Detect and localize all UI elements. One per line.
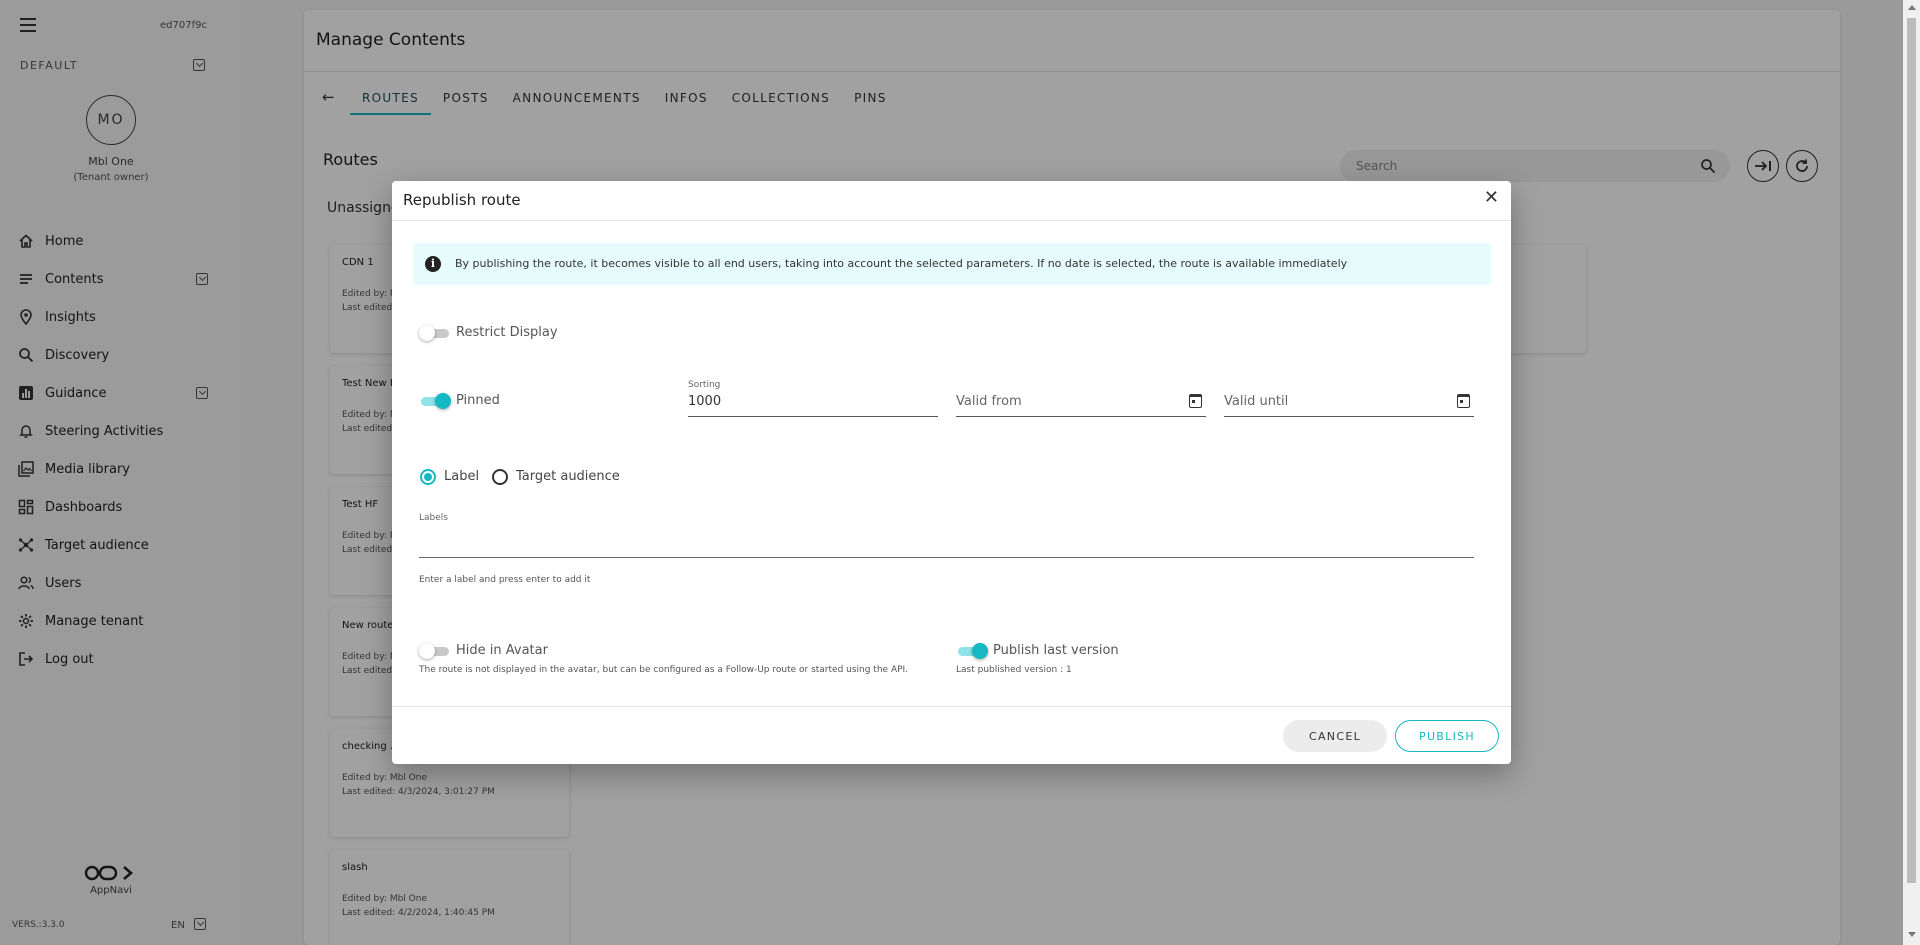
label-radio[interactable] (420, 469, 436, 485)
scrollbar-thumb[interactable] (1907, 18, 1916, 883)
sorting-label: Sorting (688, 380, 721, 390)
dialog-title: Republish route (403, 191, 521, 209)
publish-last-version-label: Publish last version (993, 643, 1119, 658)
target-audience-radio[interactable] (492, 469, 508, 485)
info-banner: i By publishing the route, it becomes vi… (413, 243, 1491, 285)
divider (392, 706, 1511, 707)
sorting-input[interactable]: 1000 (688, 394, 721, 409)
toggle-knob (972, 643, 988, 659)
scroll-down-icon[interactable] (1908, 932, 1916, 937)
publish-button[interactable]: PUBLISH (1395, 720, 1499, 752)
close-icon[interactable]: ✕ (1484, 189, 1499, 207)
label-radio-label: Label (444, 469, 480, 484)
toggle-knob (419, 643, 435, 659)
cancel-button[interactable]: CANCEL (1283, 720, 1387, 752)
republish-route-dialog: Republish route ✕ i By publishing the ro… (392, 181, 1511, 764)
restrict-display-toggle[interactable] (419, 325, 451, 341)
calendar-icon[interactable] (1189, 394, 1202, 408)
toggle-knob (435, 393, 451, 409)
valid-until-underline (1224, 416, 1474, 417)
calendar-icon[interactable] (1457, 394, 1470, 408)
target-audience-radio-label: Target audience (516, 469, 620, 484)
restrict-display-label: Restrict Display (456, 325, 558, 340)
hide-in-avatar-helper: The route is not displayed in the avatar… (419, 665, 909, 675)
info-text: By publishing the route, it becomes visi… (455, 257, 1348, 270)
info-icon: i (425, 256, 441, 272)
publish-last-version-helper: Last published version : 1 (956, 665, 1072, 675)
labels-helper-text: Enter a label and press enter to add it (419, 575, 591, 585)
scroll-up-icon[interactable] (1908, 5, 1916, 10)
pinned-label: Pinned (456, 393, 500, 408)
valid-from-input[interactable]: Valid from (956, 394, 1022, 409)
labels-input[interactable] (419, 557, 1474, 558)
publish-last-version-toggle[interactable] (956, 643, 988, 659)
hide-in-avatar-toggle[interactable] (419, 643, 451, 659)
toggle-knob (419, 325, 435, 341)
valid-from-underline (956, 416, 1206, 417)
valid-until-input[interactable]: Valid until (1224, 394, 1288, 409)
hide-in-avatar-label: Hide in Avatar (456, 643, 548, 658)
pinned-toggle[interactable] (419, 393, 451, 409)
divider (392, 220, 1511, 221)
labels-field-label: Labels (419, 513, 448, 523)
scrollbar[interactable] (1903, 0, 1920, 945)
sorting-underline (688, 416, 938, 417)
